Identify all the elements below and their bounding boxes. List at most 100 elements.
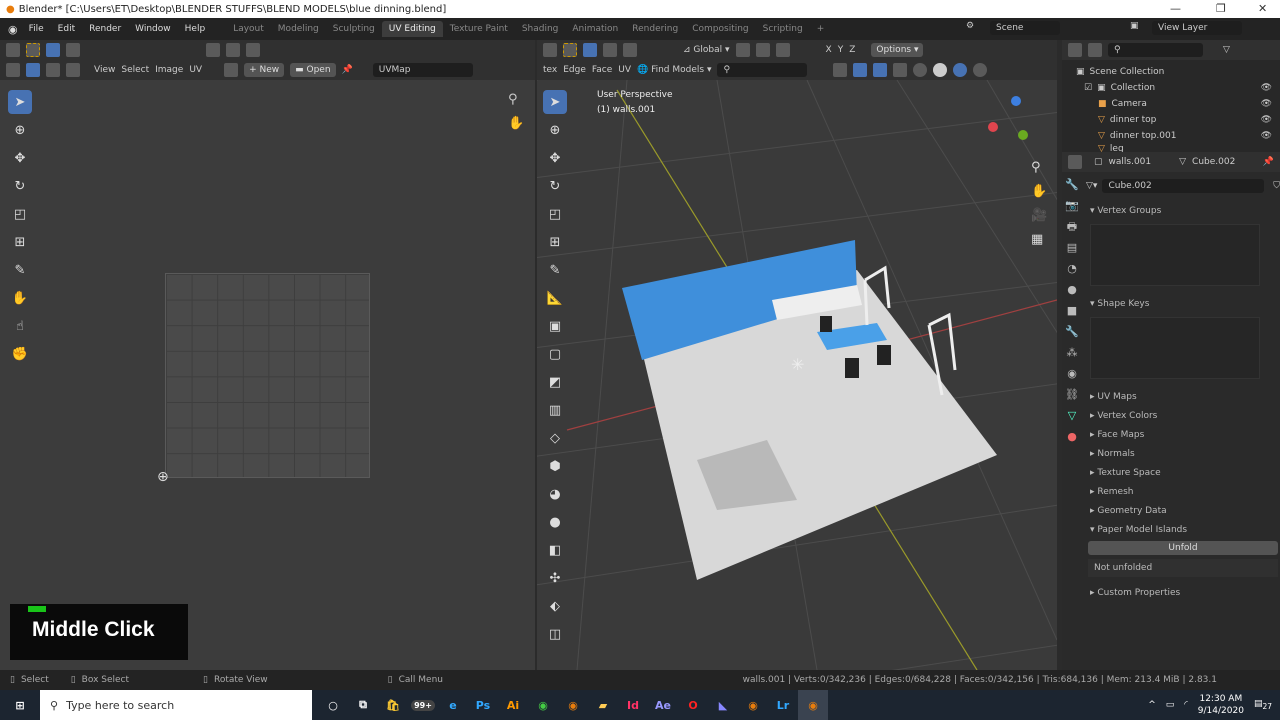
restore-button[interactable]: ❐ <box>1216 2 1226 15</box>
zoom-icon[interactable]: ⚲ <box>508 92 518 107</box>
options-dropdown[interactable]: Options ▾ <box>871 43 924 57</box>
vp-menu-edge[interactable]: Edge <box>563 65 586 75</box>
outliner-item[interactable]: ■ Camera 👁 <box>1076 96 1280 112</box>
panel-paper-model-islands[interactable]: ▾ Paper Model Islands <box>1086 520 1280 539</box>
checkbox-icon[interactable]: ☑ <box>1084 80 1092 96</box>
shrink-tool[interactable]: ✣ <box>543 566 567 590</box>
poly-build-tool[interactable]: ⬢ <box>543 454 567 478</box>
menu-help[interactable]: Help <box>178 24 213 34</box>
extrude-tool[interactable]: ▣ <box>543 314 567 338</box>
outliner-scene-collection[interactable]: ▣ Scene Collection <box>1076 64 1280 80</box>
panel-geometry-data[interactable]: ▸ Geometry Data <box>1086 501 1280 520</box>
uv-map-field[interactable]: UVMap <box>372 63 473 77</box>
scene-tab-icon[interactable]: ◔ <box>1062 258 1082 279</box>
pivot-icon[interactable] <box>735 43 750 57</box>
battery-icon[interactable]: ▭ <box>1166 700 1175 710</box>
tab-rendering[interactable]: Rendering <box>625 21 685 37</box>
inset-tool[interactable]: ▢ <box>543 342 567 366</box>
tab-scripting[interactable]: Scripting <box>756 21 810 37</box>
blender-menu-icon[interactable]: ◉ <box>0 23 22 36</box>
notifications-icon[interactable]: ▤27 <box>1254 699 1272 711</box>
tab-sculpting[interactable]: Sculpting <box>326 21 382 37</box>
data-tab-icon[interactable]: ▽ <box>1062 405 1082 426</box>
xray-icon[interactable] <box>893 63 908 77</box>
mesh-name-field[interactable]: Cube.002 <box>1102 178 1265 193</box>
material-shading-icon[interactable] <box>953 63 968 77</box>
relax-tool[interactable]: ☝ <box>8 314 32 338</box>
grab-tool[interactable]: ✋ <box>8 286 32 310</box>
shear-tool[interactable]: ⬖ <box>543 594 567 618</box>
menu-window[interactable]: Window <box>128 24 178 34</box>
uv-menu-image[interactable]: Image <box>155 65 183 75</box>
fake-user-icon[interactable]: ⛉ <box>1273 181 1280 191</box>
vp-menu-uv[interactable]: UV <box>618 65 631 75</box>
orientation-dropdown[interactable]: ⊿ Global ▾ <box>683 45 730 55</box>
mesh-data-icon[interactable]: ▽▾ <box>1086 181 1097 191</box>
proportional-icon[interactable] <box>246 43 260 57</box>
mail-icon[interactable]: 99+ <box>408 690 438 720</box>
panel-face-maps[interactable]: ▸ Face Maps <box>1086 425 1280 444</box>
image-browse-icon[interactable] <box>224 63 239 77</box>
select-tool[interactable]: ➤ <box>543 90 567 114</box>
world-tab-icon[interactable]: ● <box>1062 279 1082 300</box>
vertex-select-icon[interactable] <box>26 63 40 77</box>
vertex-groups-list[interactable] <box>1090 224 1260 286</box>
smooth-tool[interactable]: ● <box>543 510 567 534</box>
minimize-button[interactable]: — <box>1170 2 1181 15</box>
scale-tool[interactable]: ◰ <box>8 202 32 226</box>
select-new-icon[interactable] <box>583 43 597 57</box>
chrome-icon[interactable]: ◉ <box>528 690 558 720</box>
blender-icon[interactable]: ◉ <box>558 690 588 720</box>
lightroom-icon[interactable]: Lr <box>768 690 798 720</box>
sticky-select-icon[interactable] <box>66 63 80 77</box>
blender-active-icon[interactable]: ◉ <box>798 690 828 720</box>
panel-remesh[interactable]: ▸ Remesh <box>1086 482 1280 501</box>
uv-grid[interactable] <box>165 273 370 478</box>
measure-tool[interactable]: 📐 <box>543 286 567 310</box>
menu-render[interactable]: Render <box>82 24 128 34</box>
vp-menu-face[interactable]: Face <box>592 65 612 75</box>
new-image-button[interactable]: + New <box>244 63 285 77</box>
pan-icon[interactable]: ✋ <box>508 116 524 131</box>
tab-uv-editing[interactable]: UV Editing <box>381 21 443 37</box>
render-tab-icon[interactable]: 📷 <box>1062 195 1082 216</box>
pin-icon[interactable]: 📌 <box>1263 157 1274 167</box>
close-button[interactable]: ✕ <box>1258 2 1267 15</box>
gizmo-toggle-icon[interactable] <box>853 63 868 77</box>
tab-compositing[interactable]: Compositing <box>685 21 755 37</box>
start-button[interactable]: ⊞ <box>0 690 40 720</box>
knife-tool[interactable]: ◇ <box>543 426 567 450</box>
menu-file[interactable]: File <box>22 24 51 34</box>
outliner-item[interactable]: ▽ dinner top 👁 <box>1076 112 1280 128</box>
panel-uv-maps[interactable]: ▸ UV Maps <box>1086 387 1280 406</box>
gizmo-z[interactable] <box>1011 96 1021 106</box>
cursor-tool[interactable]: ⊕ <box>543 118 567 142</box>
camera-view-icon[interactable]: 🎥 <box>1031 204 1047 228</box>
edge-select-icon[interactable] <box>46 63 60 77</box>
material-tab-icon[interactable]: ● <box>1062 426 1082 447</box>
eye-icon[interactable]: 👁 <box>1261 80 1272 96</box>
transform-pivot-icon[interactable] <box>543 43 557 57</box>
constraints-tab-icon[interactable]: ⛓ <box>1062 384 1082 405</box>
select-subtract-icon[interactable] <box>623 43 637 57</box>
find-models-search[interactable]: ⚲ <box>717 63 808 77</box>
edge-icon[interactable]: e <box>438 690 468 720</box>
tab-shading[interactable]: Shading <box>515 21 566 37</box>
tab-texture-paint[interactable]: Texture Paint <box>443 21 515 37</box>
taskbar-search[interactable]: ⚲ Type here to search <box>40 690 312 720</box>
3d-viewport[interactable]: ✳ ⊿ Global ▾ X Y Z Options ▾ tex Edge Fa… <box>537 40 1057 670</box>
after-effects-icon[interactable]: Ae <box>648 690 678 720</box>
tool-tab-icon[interactable]: 🔧 <box>1062 174 1082 195</box>
panel-normals[interactable]: ▸ Normals <box>1086 444 1280 463</box>
select-mode-icon[interactable] <box>563 43 577 57</box>
bevel-tool[interactable]: ◩ <box>543 370 567 394</box>
select-extend-icon[interactable] <box>66 43 80 57</box>
rip-tool[interactable]: ◫ <box>543 622 567 646</box>
filter-icon[interactable]: ▽ <box>1223 45 1230 55</box>
rendered-shading-icon[interactable] <box>973 63 988 77</box>
visibility-icon[interactable] <box>833 63 848 77</box>
scene-selector[interactable]: Scene <box>990 21 1060 35</box>
pivot-icon[interactable] <box>206 43 220 57</box>
pin-icon[interactable]: 📌 <box>342 65 353 75</box>
select-mode-icon[interactable] <box>26 43 40 57</box>
